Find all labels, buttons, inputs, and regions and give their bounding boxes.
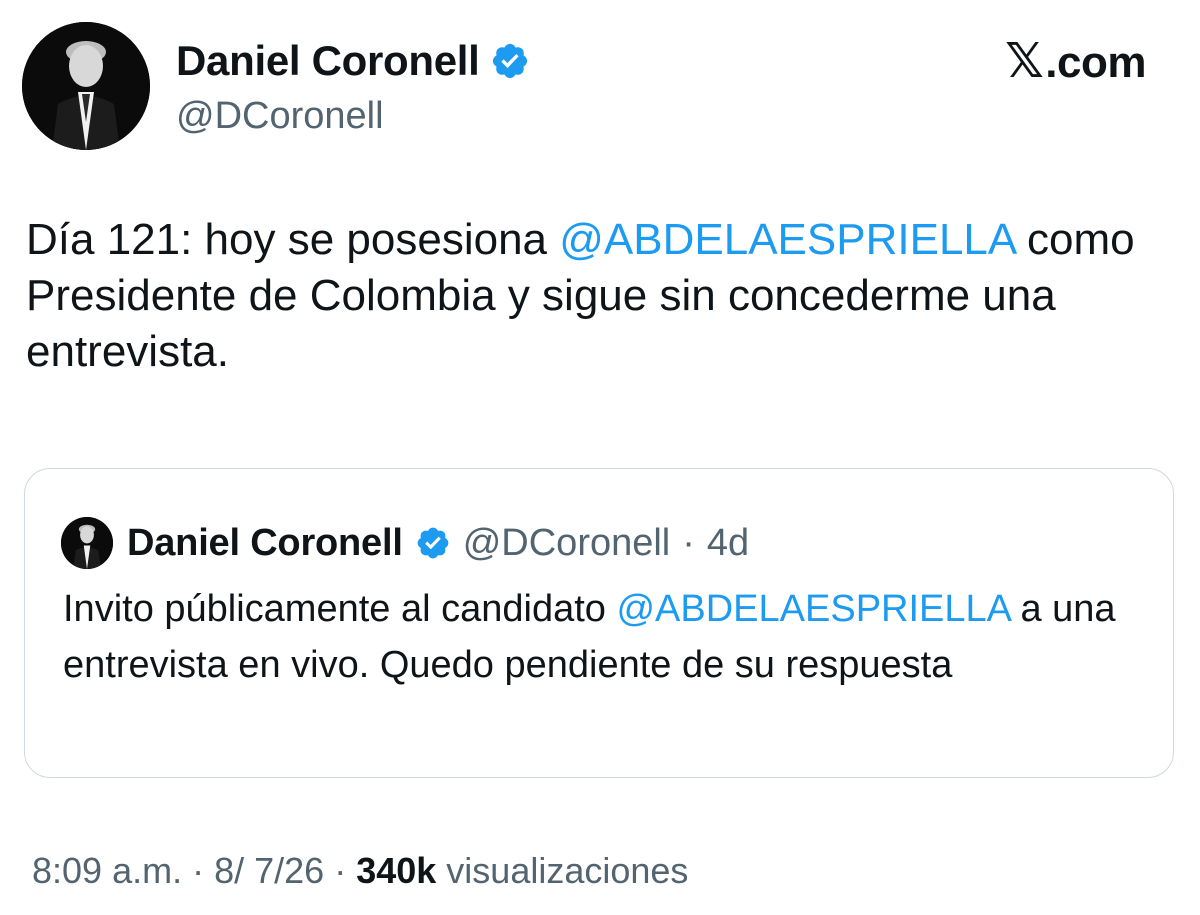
tweet-text-part: Día 121: hoy se posesiona [26,215,560,264]
separator-dot: · [192,850,205,891]
quote-author-name[interactable]: Daniel Coronell [127,521,403,565]
separator-dot: · [334,850,347,891]
tweet-text: Día 121: hoy se posesiona @ABDELAESPRIEL… [26,212,1166,380]
quote-text: Invito públicamente al candidato @ABDELA… [63,581,1153,693]
quote-header: Daniel Coronell @DCoronell · 4d [61,517,749,569]
verified-badge-icon [490,41,530,81]
author-name[interactable]: Daniel Coronell [176,36,530,86]
person-photo-icon [22,22,150,150]
x-logo-icon: 𝕏 [1005,35,1044,88]
quote-text-part: Invito públicamente al candidato [63,588,617,630]
quote-mention-link[interactable]: @ABDELAESPRIELLA [616,588,1009,630]
tweet-date[interactable]: 8/ 7/26 [214,848,324,894]
verified-badge-icon [415,525,451,561]
quote-timestamp[interactable]: 4d [707,521,749,565]
author-avatar[interactable] [22,22,150,150]
views-count[interactable]: 340k [356,850,436,891]
tweet-metadata: 8:09 a.m. · 8/ 7/26 · 340k visualizacion… [32,848,688,894]
author-handle[interactable]: @DCoronell [176,93,384,139]
quoted-tweet-card[interactable]: Daniel Coronell @DCoronell · 4d Invito p… [24,468,1174,778]
tweet-mention-link[interactable]: @ABDELAESPRIELLA [559,215,1015,264]
author-name-text: Daniel Coronell [176,37,480,84]
quote-author-avatar[interactable] [61,517,113,569]
separator-dot: · [682,522,695,564]
x-com-logo: 𝕏 .com [1005,36,1146,89]
views-label: visualizaciones [446,850,689,891]
tweet-time[interactable]: 8:09 a.m. [32,848,182,894]
logo-domain-text: .com [1045,38,1146,87]
quote-author-handle[interactable]: @DCoronell [463,521,671,565]
person-photo-icon [61,517,113,569]
